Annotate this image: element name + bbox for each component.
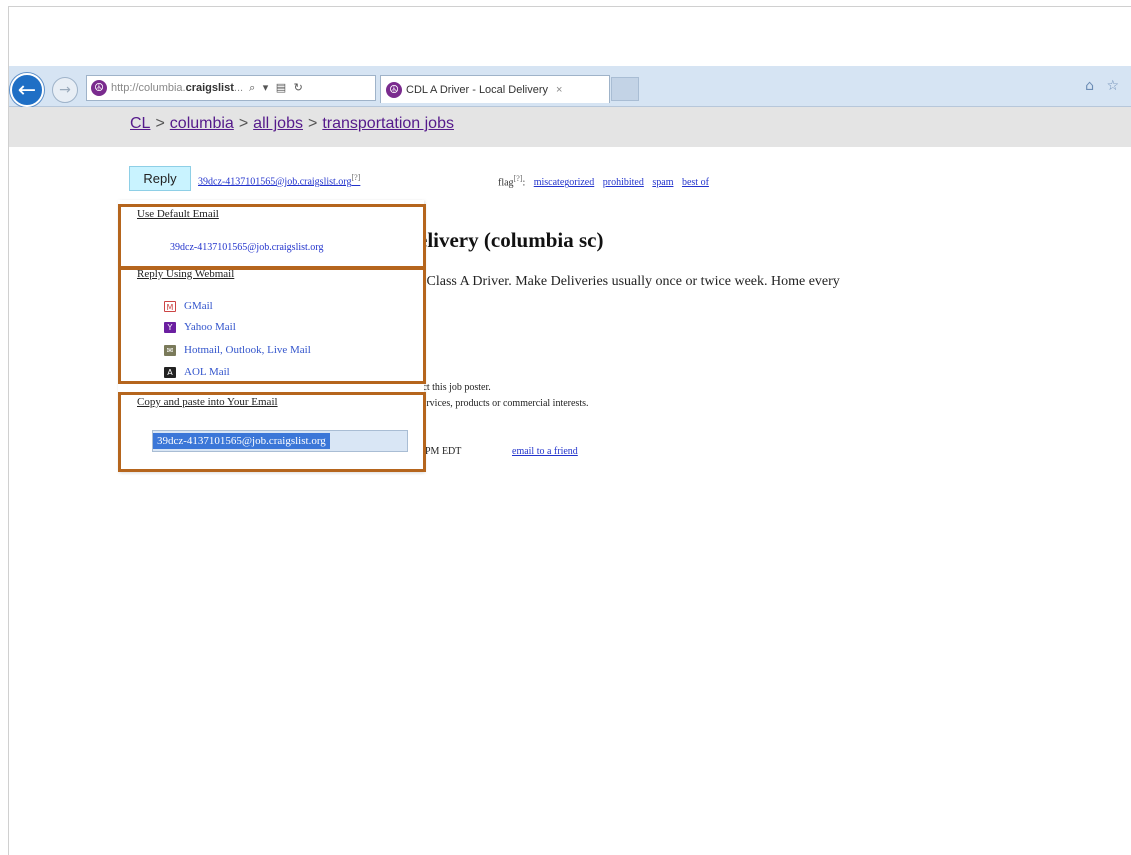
tab-cdl-driver[interactable]: ☮ CDL A Driver - Local Delivery ×	[380, 75, 610, 103]
flag-section: flag[?]: miscategorized prohibited spam …	[498, 174, 709, 189]
forward-button[interactable]: →	[52, 77, 78, 103]
aol-mail-icon: A	[164, 366, 176, 378]
breadcrumb-separator: >	[307, 115, 318, 132]
email-to-friend-link[interactable]: email to a friend	[512, 446, 578, 457]
breadcrumb-cl[interactable]: CL	[130, 115, 150, 132]
address-url: http://columbia.craigslist...	[111, 82, 244, 94]
hotmail-icon: ✉	[164, 344, 176, 356]
hotmail-option[interactable]: ✉ Hotmail, Outlook, Live Mail	[164, 344, 311, 356]
flag-best-of-link[interactable]: best of	[682, 177, 709, 188]
contact-note: act this job poster.	[418, 382, 491, 393]
gmail-option[interactable]: M GMail	[164, 300, 213, 312]
reply-email-link[interactable]: 39dcz-4137101565@job.craigslist.org[?]	[198, 173, 360, 187]
copy-email-field[interactable]: 39dcz-4137101565@job.craigslist.org	[152, 430, 408, 452]
posting-title: elivery (columbia sc)	[418, 228, 604, 252]
address-tools-icons[interactable]: ⌕ ▾ ▤ ↻	[249, 81, 305, 95]
flag-prohibited-link[interactable]: prohibited	[603, 177, 644, 188]
back-button[interactable]: ←	[10, 73, 44, 107]
craigslist-peace-icon: ☮	[386, 81, 402, 98]
copy-paste-title: Copy and paste into Your Email	[137, 396, 278, 408]
reply-button[interactable]: Reply	[129, 166, 191, 191]
breadcrumb-separator: >	[155, 115, 165, 132]
tab-close-icon[interactable]: ×	[556, 84, 562, 96]
selected-email-text: 39dcz-4137101565@job.craigslist.org	[153, 433, 330, 449]
flag-miscategorized-link[interactable]: miscategorized	[534, 177, 595, 188]
default-email-link[interactable]: 39dcz-4137101565@job.craigslist.org	[170, 242, 323, 253]
webmail-title: Reply Using Webmail	[137, 268, 235, 280]
address-bar[interactable]: ☮ http://columbia.craigslist... ⌕ ▾ ▤ ↻	[86, 75, 376, 101]
breadcrumb-all-jobs[interactable]: all jobs	[253, 115, 303, 132]
services-note: services, products or commercial interes…	[418, 398, 589, 409]
breadcrumb-transportation-jobs[interactable]: transportation jobs	[322, 115, 454, 132]
posted-time: PM EDT	[425, 446, 462, 457]
use-default-email-title: Use Default Email	[137, 208, 219, 220]
breadcrumb-columbia[interactable]: columbia	[170, 115, 234, 132]
yahoo-mail-icon: Y	[164, 321, 176, 333]
home-favorites-icons[interactable]: ⌂ ☆	[1085, 78, 1123, 94]
flag-label: flag	[498, 177, 514, 189]
breadcrumb-separator: >	[238, 115, 249, 132]
craigslist-peace-icon: ☮	[91, 80, 107, 96]
tab-title: CDL A Driver - Local Delivery	[406, 83, 549, 96]
yahoo-mail-option[interactable]: Y Yahoo Mail	[164, 321, 236, 333]
back-arrow-icon: ←	[17, 78, 37, 103]
help-marker[interactable]: [?]	[351, 173, 360, 182]
new-tab-button[interactable]	[611, 77, 639, 101]
aol-mail-option[interactable]: A AOL Mail	[164, 366, 230, 378]
gmail-icon: M	[164, 300, 176, 312]
forward-arrow-icon: →	[59, 82, 71, 98]
posting-body: L Class A Driver. Make Deliveries usuall…	[415, 274, 840, 289]
breadcrumb: CL > columbia > all jobs > transportation jobs	[130, 115, 454, 133]
flag-spam-link[interactable]: spam	[652, 177, 673, 188]
